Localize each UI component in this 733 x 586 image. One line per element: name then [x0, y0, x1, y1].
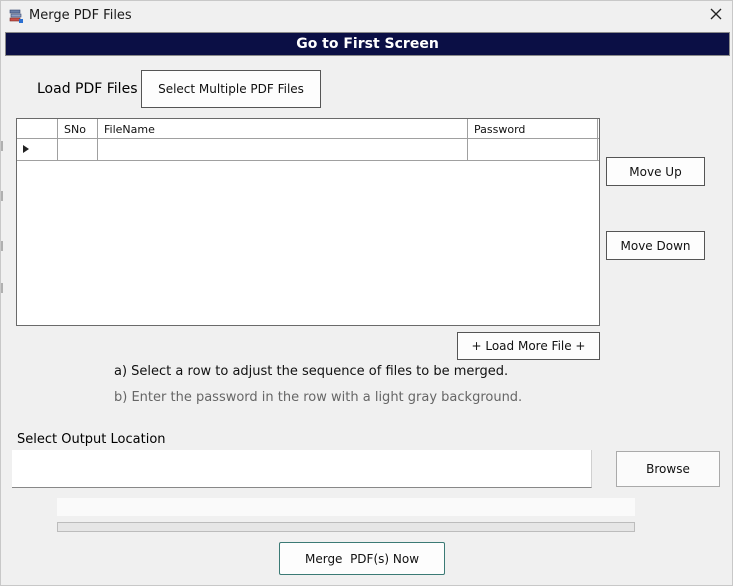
grid-header: SNo FileName Password [17, 119, 599, 139]
grid-corner-header [17, 119, 58, 139]
cell-filename[interactable] [98, 139, 468, 160]
load-more-file-button[interactable]: + Load More File + [457, 332, 600, 360]
pdf-stack-icon [8, 8, 24, 24]
row-indicator-icon [23, 144, 29, 156]
select-multiple-pdf-files-button[interactable]: Select Multiple PDF Files [141, 70, 321, 108]
cell-sno[interactable] [58, 139, 98, 160]
output-location-field[interactable] [12, 450, 592, 488]
files-grid[interactable]: SNo FileName Password [16, 118, 600, 326]
column-header-password[interactable]: Password [468, 119, 598, 139]
go-to-first-screen-button[interactable]: Go to First Screen [5, 32, 730, 56]
close-button[interactable] [700, 1, 732, 31]
instruction-a: a) Select a row to adjust the sequence o… [114, 364, 509, 379]
column-header-filename[interactable]: FileName [98, 119, 468, 139]
merge-pdf-window: Merge PDF Files Go to First Screen Load … [0, 0, 733, 586]
title-bar[interactable]: Merge PDF Files [1, 1, 732, 31]
row-header[interactable] [17, 139, 58, 160]
load-pdf-files-label: Load PDF Files [37, 81, 138, 97]
table-row[interactable] [17, 139, 599, 161]
move-up-button[interactable]: Move Up [606, 157, 705, 186]
status-strip [57, 498, 635, 516]
select-output-location-label: Select Output Location [17, 432, 166, 447]
window-title: Merge PDF Files [29, 8, 132, 23]
instruction-b: b) Enter the password in the row with a … [114, 390, 523, 405]
close-icon [710, 7, 722, 25]
merge-pdfs-now-button[interactable]: Merge PDF(s) Now [279, 542, 445, 575]
merge-progress-bar [57, 522, 635, 532]
browse-button[interactable]: Browse [616, 451, 720, 487]
column-header-sno[interactable]: SNo [58, 119, 98, 139]
cell-password[interactable] [468, 139, 598, 160]
move-down-button[interactable]: Move Down [606, 231, 705, 260]
